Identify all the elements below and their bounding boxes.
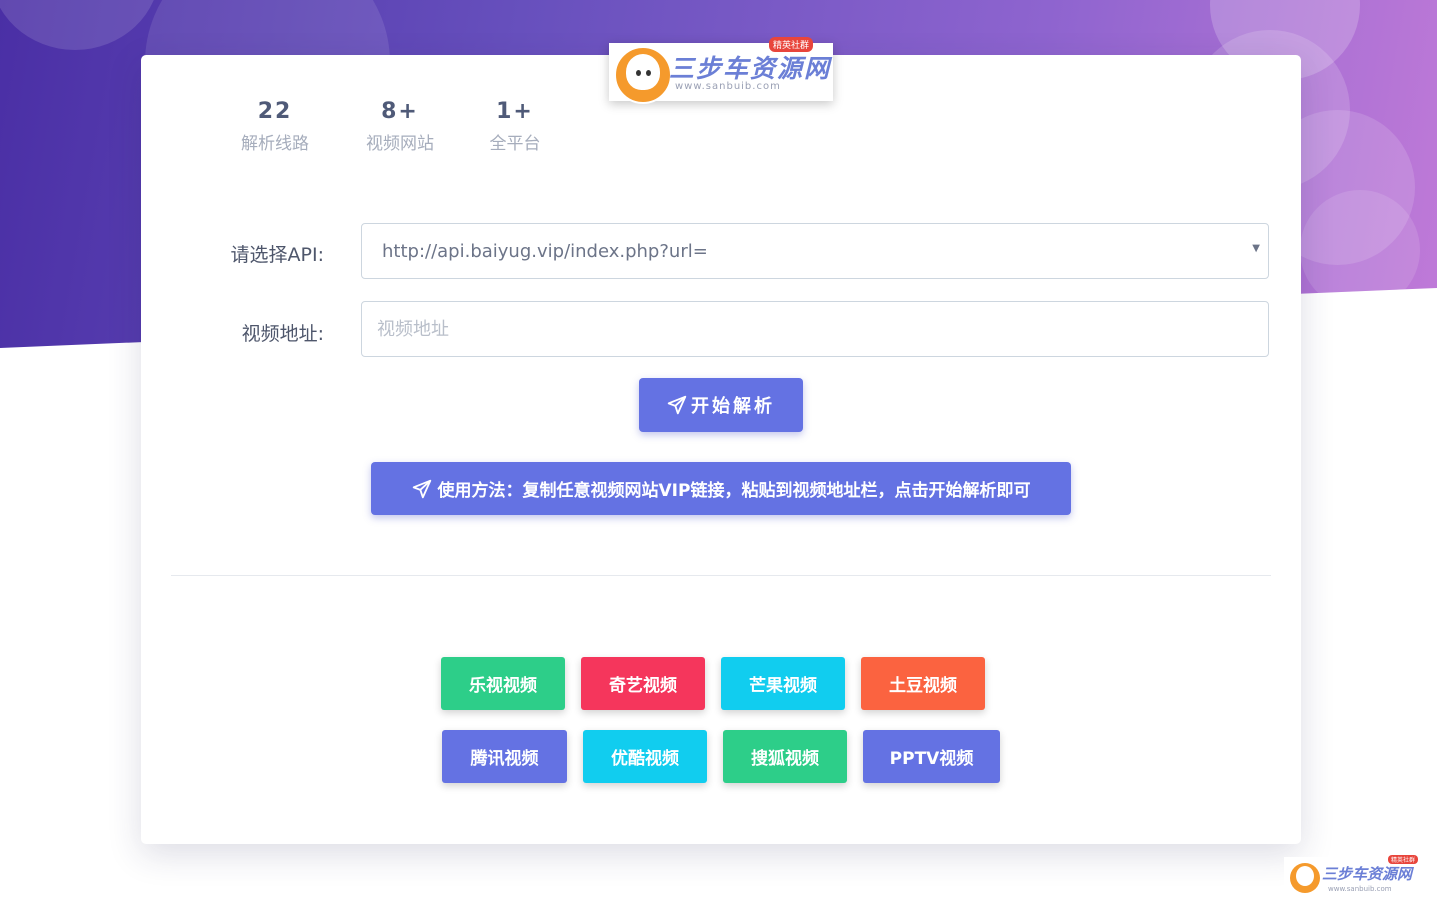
site-button-label: 优酷视频	[611, 749, 679, 769]
paper-plane-icon	[412, 479, 431, 498]
stat-lines: 22 解析线路	[237, 97, 313, 154]
start-parse-label: 开始解析	[691, 396, 775, 417]
site-button-tudou[interactable]: 土豆视频	[861, 657, 985, 710]
stat-number: 1+	[496, 99, 534, 124]
api-label: 请选择API:	[230, 244, 324, 266]
decor-bubble	[1300, 190, 1420, 310]
start-parse-button[interactable]: 开始解析	[639, 378, 803, 432]
divider	[171, 575, 1271, 576]
stat-sites: 8+ 视频网站	[362, 97, 438, 154]
video-url-input[interactable]	[361, 301, 1269, 357]
api-select[interactable]: http://api.baiyug.vip/index.php?url= ▼	[361, 223, 1269, 279]
site-button-label: 乐视视频	[469, 676, 537, 696]
site-logo[interactable]: 三步车资源网 www.sanbuib.com 精英社群	[609, 37, 833, 104]
watermark-logo: 三步车资源网 www.sanbuib.com 精英社群	[1284, 855, 1437, 903]
stat-label: 全平台	[489, 134, 541, 154]
stat-number: 8+	[381, 99, 419, 124]
mascot-icon	[614, 46, 672, 104]
stat-number: 22	[257, 99, 293, 124]
watermark-badge: 精英社群	[1388, 855, 1419, 864]
site-button-pptv[interactable]: PPTV视频	[863, 730, 1000, 783]
watermark-title: 三步车资源网	[1322, 865, 1413, 883]
usage-text: 使用方法：复制任意视频网站VIP链接，粘贴到视频地址栏，点击开始解析即可	[437, 481, 1031, 501]
caret-down-icon: ▼	[1252, 243, 1260, 254]
logo-title: 三步车资源网	[669, 54, 832, 83]
logo-url: www.sanbuib.com	[675, 81, 781, 92]
mascot-icon	[1290, 863, 1320, 893]
site-button-letv[interactable]: 乐视视频	[441, 657, 565, 710]
stat-platforms: 1+ 全平台	[487, 97, 543, 154]
paper-plane-icon	[667, 395, 687, 415]
site-button-label: PPTV视频	[889, 749, 974, 769]
site-button-label: 腾讯视频	[470, 749, 539, 769]
site-button-label: 搜狐视频	[751, 749, 819, 769]
stat-label: 视频网站	[366, 134, 434, 154]
api-selected-value: http://api.baiyug.vip/index.php?url=	[382, 241, 708, 262]
site-button-label: 奇艺视频	[609, 676, 677, 696]
site-button-mango[interactable]: 芒果视频	[721, 657, 845, 710]
decor-bubble	[0, 0, 160, 50]
site-button-label: 土豆视频	[889, 676, 957, 696]
logo-badge: 精英社群	[769, 37, 814, 52]
site-button-tencent[interactable]: 腾讯视频	[442, 730, 567, 783]
stat-label: 解析线路	[241, 134, 309, 154]
site-button-label: 芒果视频	[749, 676, 817, 696]
watermark-url: www.sanbuib.com	[1328, 885, 1392, 893]
usage-instructions-button[interactable]: 使用方法：复制任意视频网站VIP链接，粘贴到视频地址栏，点击开始解析即可	[371, 462, 1071, 515]
video-url-label: 视频地址:	[241, 323, 324, 345]
main-card: 22 解析线路 8+ 视频网站 1+ 全平台 三步车资源网 www.sanbui…	[141, 37, 1301, 844]
site-button-iqiyi[interactable]: 奇艺视频	[581, 657, 705, 710]
site-button-youku[interactable]: 优酷视频	[583, 730, 707, 783]
site-button-sohu[interactable]: 搜狐视频	[723, 730, 847, 783]
